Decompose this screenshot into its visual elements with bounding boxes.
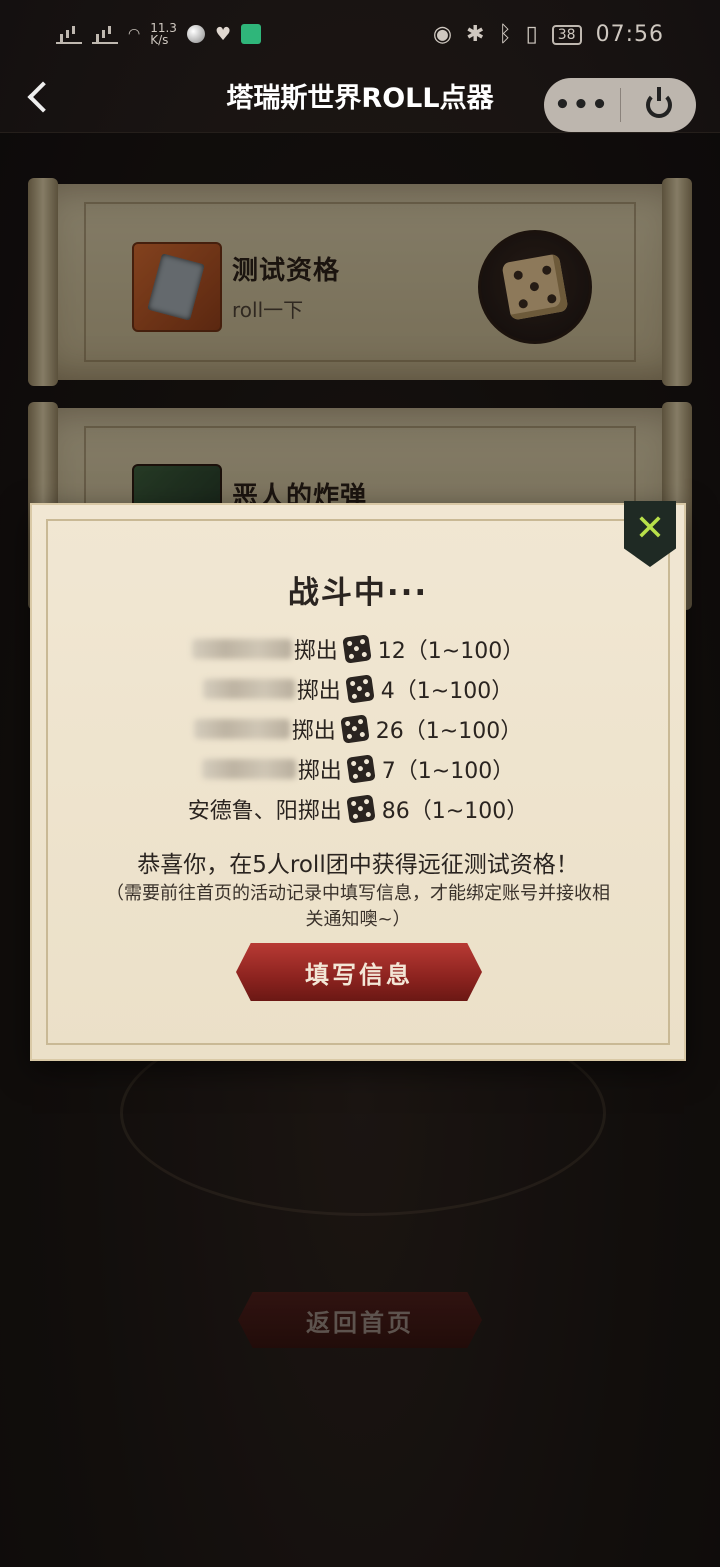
- roll-verb: 掷出: [291, 719, 336, 744]
- app-screen: ◠ 11.3 K/s ♥ ◉ ✱ ᛒ ▯ 38 07:56 塔瑞斯世界ROLL点…: [0, 0, 720, 1567]
- clock: 07:56: [595, 22, 664, 47]
- dice-icon: [340, 714, 370, 744]
- signal-icon: [56, 24, 82, 44]
- roll-value: 26（1~100）: [375, 719, 523, 744]
- redacted-player-name: [202, 679, 295, 699]
- roll-value: 7（1~100）: [381, 759, 515, 784]
- roll-value: 4（1~100）: [380, 679, 514, 704]
- dice-icon: [345, 674, 375, 704]
- dice-icon: [346, 754, 376, 784]
- close-program-button[interactable]: [621, 87, 696, 118]
- roll-value: 12（1~100）: [377, 639, 525, 664]
- roll-results-list: 掷出 12（1~100） 掷出 4（1~100） 掷出 26（1~100） 掷出: [32, 629, 684, 829]
- eye-icon: ◉: [432, 22, 453, 47]
- fill-info-button[interactable]: 填写信息: [236, 943, 482, 1001]
- redacted-player-name: [201, 759, 296, 779]
- roll-row: 掷出 7（1~100）: [32, 749, 684, 789]
- roll-verb: 掷出: [296, 679, 341, 704]
- roll-value: 86（1~100）: [381, 799, 529, 824]
- status-right: ◉ ✱ ᛒ ▯ 38 07:56: [433, 22, 664, 47]
- mini-program-capsule: •••: [544, 78, 696, 132]
- dialog-title: 战斗中···: [287, 575, 429, 611]
- wifi-icon: ◠: [128, 26, 141, 42]
- roll-row: 掷出 12（1~100）: [32, 629, 684, 669]
- signal-icon-2: [92, 24, 118, 44]
- battery-indicator: 38: [551, 24, 582, 45]
- heart-icon: ♥: [214, 23, 232, 45]
- roll-verb: 掷出: [293, 639, 338, 664]
- power-icon: [645, 87, 672, 118]
- status-left: ◠ 11.3 K/s ♥: [56, 21, 262, 47]
- roll-result-dialog: ✕ 战斗中··· 掷出 12（1~100） 掷出 4（1~100） 掷出 26（…: [32, 501, 684, 1059]
- network-speed: 11.3 K/s: [150, 21, 177, 47]
- roll-verb: 掷出: [297, 759, 342, 784]
- close-icon: ✕: [634, 508, 666, 549]
- congrats-message: 恭喜你，在5人roll团中获得远征测试资格！: [137, 852, 579, 878]
- nav-bar: 塔瑞斯世界ROLL点器 •••: [0, 64, 720, 133]
- roll-row: 掷出 26（1~100）: [32, 709, 684, 749]
- roll-row: 安德鲁、阳 掷出 86（1~100）: [32, 789, 684, 829]
- more-button[interactable]: •••: [544, 90, 620, 120]
- roll-verb: 掷出: [297, 799, 342, 824]
- app-notification-icon: [186, 25, 205, 43]
- player-name: 安德鲁、阳: [187, 799, 298, 824]
- redacted-player-name: [191, 639, 292, 659]
- dice-icon: [346, 794, 376, 824]
- instruction-note: （需要前往首页的活动记录中填写信息，才能绑定账号并接收相关通知噢~）: [106, 883, 610, 930]
- dice-icon: [342, 634, 372, 664]
- roll-row: 掷出 4（1~100）: [32, 669, 684, 709]
- vibrate-icon: ✱: [466, 22, 485, 47]
- bluetooth-icon: ᛒ: [498, 22, 512, 47]
- status-bar: ◠ 11.3 K/s ♥ ◉ ✱ ᛒ ▯ 38 07:56: [0, 0, 720, 72]
- silent-icon: ▯: [525, 22, 538, 47]
- app-green-icon: [241, 24, 262, 44]
- redacted-player-name: [193, 719, 290, 739]
